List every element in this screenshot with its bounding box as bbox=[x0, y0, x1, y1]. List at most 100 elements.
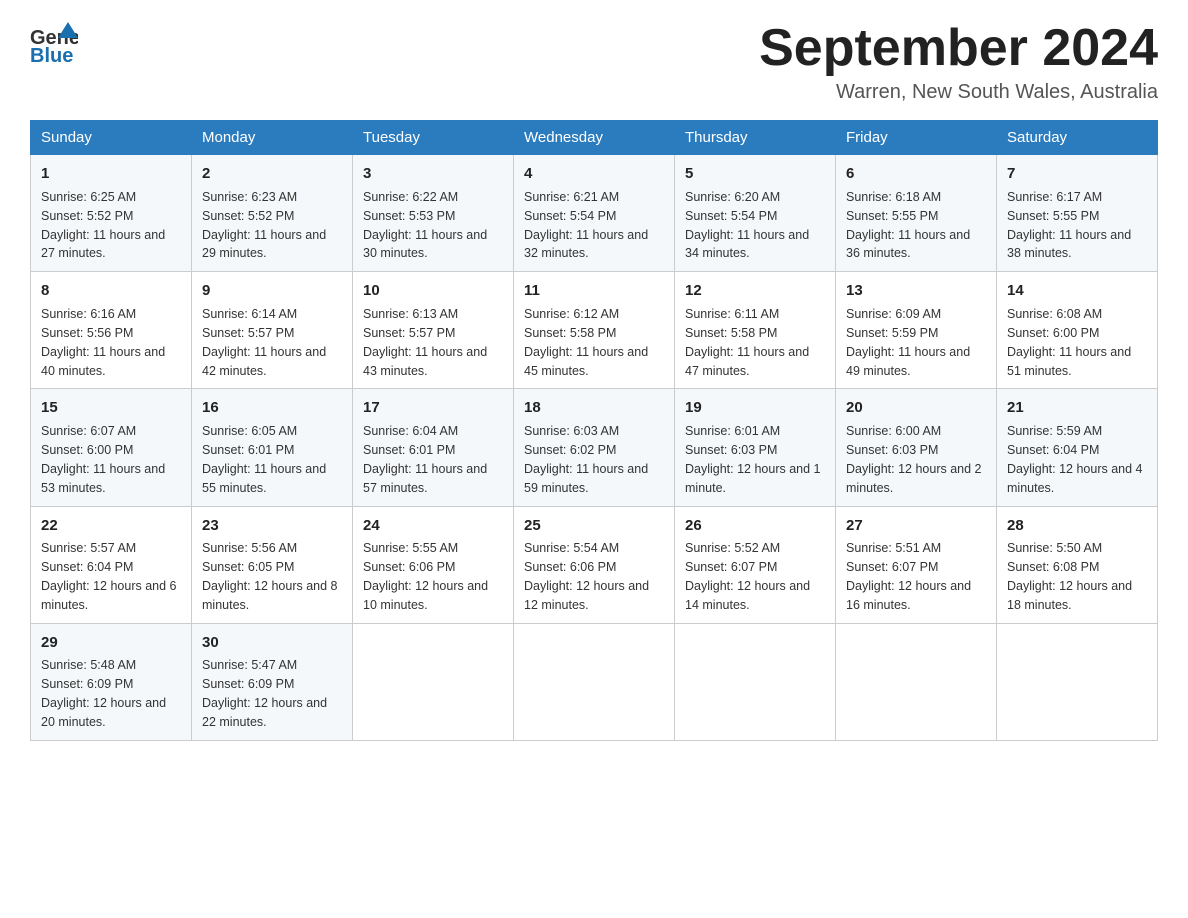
calendar-day-cell bbox=[514, 623, 675, 740]
day-info: Sunrise: 6:22 AMSunset: 5:53 PMDaylight:… bbox=[363, 190, 487, 261]
calendar-day-cell: 23 Sunrise: 5:56 AMSunset: 6:05 PMDayligh… bbox=[192, 506, 353, 623]
day-info: Sunrise: 6:23 AMSunset: 5:52 PMDaylight:… bbox=[202, 190, 326, 261]
logo-icon: General Blue bbox=[30, 20, 78, 64]
day-info: Sunrise: 6:25 AMSunset: 5:52 PMDaylight:… bbox=[41, 190, 165, 261]
day-number: 3 bbox=[363, 163, 503, 185]
day-number: 1 bbox=[41, 163, 181, 185]
calendar-day-cell: 5Sunrise: 6:20 AMSunset: 5:54 PMDaylight… bbox=[675, 155, 836, 272]
calendar-day-cell: 3 Sunrise: 6:22 AMSunset: 5:53 PMDaylight… bbox=[353, 155, 514, 272]
calendar-day-cell bbox=[997, 623, 1158, 740]
day-info: Sunrise: 5:48 AMSunset: 6:09 PMDaylight:… bbox=[41, 658, 166, 729]
logo: General Blue bbox=[30, 20, 78, 64]
day-of-week-header: Saturday bbox=[997, 121, 1158, 155]
calendar-day-cell: 13Sunrise: 6:09 AMSunset: 5:59 PMDayligh… bbox=[836, 272, 997, 389]
day-number: 20 bbox=[846, 397, 986, 419]
calendar-day-cell: 4 Sunrise: 6:21 AMSunset: 5:54 PMDaylight… bbox=[514, 155, 675, 272]
calendar-week-row: 22 Sunrise: 5:57 AMSunset: 6:04 PMDayligh… bbox=[31, 506, 1158, 623]
day-number: 11 bbox=[524, 280, 664, 302]
day-info: Sunrise: 6:13 AMSunset: 5:57 PMDaylight:… bbox=[363, 307, 487, 378]
calendar-day-cell: 26 Sunrise: 5:52 AMSunset: 6:07 PMDayligh… bbox=[675, 506, 836, 623]
calendar-day-cell: 11 Sunrise: 6:12 AMSunset: 5:58 PMDayligh… bbox=[514, 272, 675, 389]
calendar-day-cell: 10 Sunrise: 6:13 AMSunset: 5:57 PMDayligh… bbox=[353, 272, 514, 389]
calendar-week-row: 15 Sunrise: 6:07 AMSunset: 6:00 PMDayligh… bbox=[31, 389, 1158, 506]
calendar-day-cell: 15 Sunrise: 6:07 AMSunset: 6:00 PMDayligh… bbox=[31, 389, 192, 506]
calendar-day-cell: 16 Sunrise: 6:05 AMSunset: 6:01 PMDayligh… bbox=[192, 389, 353, 506]
day-number: 7 bbox=[1007, 163, 1147, 185]
calendar-day-cell: 29 Sunrise: 5:48 AMSunset: 6:09 PMDayligh… bbox=[31, 623, 192, 740]
day-info: Sunrise: 5:51 AMSunset: 6:07 PMDaylight:… bbox=[846, 541, 971, 612]
day-info: Sunrise: 6:11 AMSunset: 5:58 PMDaylight:… bbox=[685, 307, 809, 378]
calendar-day-cell bbox=[836, 623, 997, 740]
day-number: 6 bbox=[846, 163, 986, 185]
location: Warren, New South Wales, Australia bbox=[759, 81, 1158, 104]
calendar-day-cell: 28 Sunrise: 5:50 AMSunset: 6:08 PMDayligh… bbox=[997, 506, 1158, 623]
day-number: 17 bbox=[363, 397, 503, 419]
day-info: Sunrise: 6:12 AMSunset: 5:58 PMDaylight:… bbox=[524, 307, 648, 378]
calendar-day-cell: 30 Sunrise: 5:47 AMSunset: 6:09 PMDayligh… bbox=[192, 623, 353, 740]
calendar-day-cell: 7 Sunrise: 6:17 AMSunset: 5:55 PMDaylight… bbox=[997, 155, 1158, 272]
day-number: 16 bbox=[202, 397, 342, 419]
calendar-day-cell: 17 Sunrise: 6:04 AMSunset: 6:01 PMDayligh… bbox=[353, 389, 514, 506]
day-info: Sunrise: 6:00 AMSunset: 6:03 PMDaylight:… bbox=[846, 424, 982, 495]
calendar-day-cell: 21 Sunrise: 5:59 AMSunset: 6:04 PMDayligh… bbox=[997, 389, 1158, 506]
day-number: 28 bbox=[1007, 515, 1147, 537]
calendar-day-cell: 18Sunrise: 6:03 AMSunset: 6:02 PMDayligh… bbox=[514, 389, 675, 506]
calendar-day-cell: 8 Sunrise: 6:16 AMSunset: 5:56 PMDaylight… bbox=[31, 272, 192, 389]
day-info: Sunrise: 6:16 AMSunset: 5:56 PMDaylight:… bbox=[41, 307, 165, 378]
day-of-week-header: Tuesday bbox=[353, 121, 514, 155]
day-number: 23 bbox=[202, 515, 342, 537]
day-number: 10 bbox=[363, 280, 503, 302]
day-info: Sunrise: 6:01 AMSunset: 6:03 PMDaylight:… bbox=[685, 424, 821, 495]
calendar-day-cell: 27 Sunrise: 5:51 AMSunset: 6:07 PMDayligh… bbox=[836, 506, 997, 623]
calendar-table: SundayMondayTuesdayWednesdayThursdayFrid… bbox=[30, 120, 1158, 741]
calendar-day-cell: 6 Sunrise: 6:18 AMSunset: 5:55 PMDaylight… bbox=[836, 155, 997, 272]
calendar-header-row: SundayMondayTuesdayWednesdayThursdayFrid… bbox=[31, 121, 1158, 155]
day-info: Sunrise: 5:56 AMSunset: 6:05 PMDaylight:… bbox=[202, 541, 338, 612]
day-of-week-header: Friday bbox=[836, 121, 997, 155]
day-number: 8 bbox=[41, 280, 181, 302]
day-number: 15 bbox=[41, 397, 181, 419]
svg-text:Blue: Blue bbox=[30, 45, 73, 64]
calendar-day-cell: 12Sunrise: 6:11 AMSunset: 5:58 PMDayligh… bbox=[675, 272, 836, 389]
calendar-day-cell: 1 Sunrise: 6:25 AMSunset: 5:52 PMDaylight… bbox=[31, 155, 192, 272]
day-number: 30 bbox=[202, 632, 342, 654]
day-of-week-header: Sunday bbox=[31, 121, 192, 155]
day-info: Sunrise: 5:52 AMSunset: 6:07 PMDaylight:… bbox=[685, 541, 810, 612]
day-number: 18 bbox=[524, 397, 664, 419]
title-section: September 2024 Warren, New South Wales, … bbox=[759, 20, 1158, 104]
calendar-day-cell: 9Sunrise: 6:14 AMSunset: 5:57 PMDaylight… bbox=[192, 272, 353, 389]
day-info: Sunrise: 6:18 AMSunset: 5:55 PMDaylight:… bbox=[846, 190, 970, 261]
day-info: Sunrise: 5:59 AMSunset: 6:04 PMDaylight:… bbox=[1007, 424, 1143, 495]
month-title: September 2024 bbox=[759, 20, 1158, 77]
day-number: 27 bbox=[846, 515, 986, 537]
calendar-week-row: 29 Sunrise: 5:48 AMSunset: 6:09 PMDayligh… bbox=[31, 623, 1158, 740]
day-info: Sunrise: 6:07 AMSunset: 6:00 PMDaylight:… bbox=[41, 424, 165, 495]
day-number: 22 bbox=[41, 515, 181, 537]
day-info: Sunrise: 5:50 AMSunset: 6:08 PMDaylight:… bbox=[1007, 541, 1132, 612]
day-number: 21 bbox=[1007, 397, 1147, 419]
day-number: 4 bbox=[524, 163, 664, 185]
calendar-day-cell: 24Sunrise: 5:55 AMSunset: 6:06 PMDayligh… bbox=[353, 506, 514, 623]
calendar-day-cell: 20 Sunrise: 6:00 AMSunset: 6:03 PMDayligh… bbox=[836, 389, 997, 506]
day-info: Sunrise: 6:08 AMSunset: 6:00 PMDaylight:… bbox=[1007, 307, 1131, 378]
calendar-day-cell bbox=[353, 623, 514, 740]
day-number: 14 bbox=[1007, 280, 1147, 302]
day-of-week-header: Monday bbox=[192, 121, 353, 155]
calendar-day-cell: 2Sunrise: 6:23 AMSunset: 5:52 PMDaylight… bbox=[192, 155, 353, 272]
day-of-week-header: Thursday bbox=[675, 121, 836, 155]
day-info: Sunrise: 6:20 AMSunset: 5:54 PMDaylight:… bbox=[685, 190, 809, 261]
day-number: 26 bbox=[685, 515, 825, 537]
day-info: Sunrise: 6:21 AMSunset: 5:54 PMDaylight:… bbox=[524, 190, 648, 261]
calendar-day-cell: 22 Sunrise: 5:57 AMSunset: 6:04 PMDayligh… bbox=[31, 506, 192, 623]
day-info: Sunrise: 6:17 AMSunset: 5:55 PMDaylight:… bbox=[1007, 190, 1131, 261]
day-number: 9 bbox=[202, 280, 342, 302]
calendar-week-row: 8 Sunrise: 6:16 AMSunset: 5:56 PMDaylight… bbox=[31, 272, 1158, 389]
day-info: Sunrise: 5:57 AMSunset: 6:04 PMDaylight:… bbox=[41, 541, 177, 612]
calendar-day-cell bbox=[675, 623, 836, 740]
day-number: 29 bbox=[41, 632, 181, 654]
day-info: Sunrise: 5:47 AMSunset: 6:09 PMDaylight:… bbox=[202, 658, 327, 729]
day-info: Sunrise: 6:04 AMSunset: 6:01 PMDaylight:… bbox=[363, 424, 487, 495]
page-header: General Blue September 2024 Warren, New … bbox=[30, 20, 1158, 104]
day-info: Sunrise: 6:05 AMSunset: 6:01 PMDaylight:… bbox=[202, 424, 326, 495]
calendar-week-row: 1 Sunrise: 6:25 AMSunset: 5:52 PMDaylight… bbox=[31, 155, 1158, 272]
